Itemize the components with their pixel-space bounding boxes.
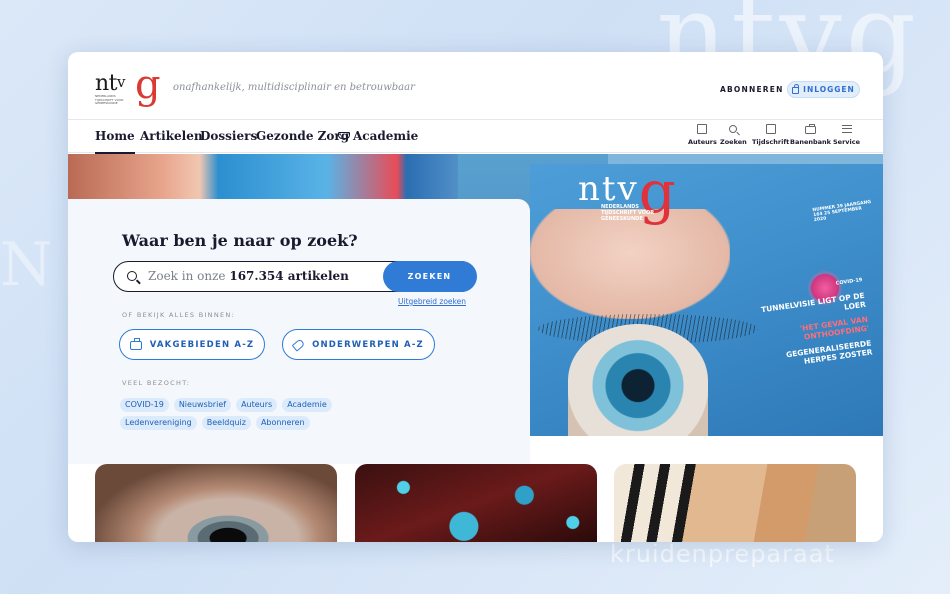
advanced-search-link[interactable]: Uitgebreid zoeken [398,297,466,306]
main-nav: Home Artikelen Dossiers Gezonde Zorg Aca… [68,120,883,154]
tag-chip[interactable]: COVID-19 [120,398,169,412]
tool-service[interactable]: Service [833,123,860,146]
tool-auteurs[interactable]: Auteurs [688,123,717,146]
ntvg-logo[interactable]: ntv g NEDERLANDS TIJDSCHRIFT VOOR GENEES… [95,62,163,110]
menu-icon [840,123,853,135]
search-panel: Waar ben je naar op zoek? Zoek in onze 1… [68,199,530,464]
search-heading: Waar ben je naar op zoek? [122,231,358,250]
nav-item-home[interactable]: Home [95,129,135,154]
nav-item-academie[interactable]: Academie [338,129,418,143]
browse-label: OF BEKIJK ALLES BINNEN: [122,311,236,319]
tool-tijdschrift[interactable]: Tijdschrift [752,123,789,146]
browser-page: ntv g NEDERLANDS TIJDSCHRIFT VOOR GENEES… [68,52,883,542]
graduation-cap-icon [338,132,350,140]
magazine-icon [764,123,777,135]
article-card-hand[interactable] [614,464,856,542]
cover-headlines: COVID-19 TUNNELVISIE LIGT OP DE LOER 'HE… [743,276,873,373]
article-card-eye[interactable] [95,464,337,542]
search-icon [127,271,137,281]
logo-subtext: NEDERLANDS TIJDSCHRIFT VOOR GENEESKUNDE [95,94,124,105]
logo-letters: ntv [95,71,125,96]
login-label: INLOGGEN [803,85,855,94]
login-button[interactable]: INLOGGEN [787,81,860,98]
search-icon [727,123,740,135]
nav-item-dossiers[interactable]: Dossiers [200,129,257,143]
tool-zoeken[interactable]: Zoeken [720,123,747,146]
tag-chip[interactable]: Abonneren [255,416,310,430]
tool-banenbank[interactable]: Banenbank [790,123,831,146]
search-input[interactable]: Zoek in onze 167.354 artikelen ZOEKEN [113,260,477,292]
tag-chip[interactable]: Ledenvereniging [120,416,197,430]
nav-item-gezonde-zorg[interactable]: Gezonde Zorg [256,129,349,143]
tag-chip[interactable]: Auteurs [236,398,278,412]
vakgebieden-button[interactable]: VAKGEBIEDEN A-Z [119,329,265,360]
tag-chip[interactable]: Nieuwsbrief [173,398,232,412]
search-placeholder: Zoek in onze 167.354 artikelen [148,269,349,283]
lock-icon [792,84,800,94]
tag-chip[interactable]: Beeldquiz [201,416,251,430]
subscribe-link[interactable]: ABONNEREN [720,85,784,94]
background-letter: N [0,230,53,300]
logo-g: g [135,62,161,108]
onderwerpen-button[interactable]: ONDERWERPEN A-Z [282,329,435,360]
popular-label: VEEL BEZOCHT: [122,379,191,387]
tagline: onafhankelijk, multidisciplinair en betr… [173,82,415,93]
cover-eye [568,324,708,436]
briefcase-icon [129,338,142,350]
tag-icon [291,337,306,352]
briefcase-icon [804,123,817,135]
search-button[interactable]: ZOEKEN [382,260,477,292]
tag-chip[interactable]: Academie [282,398,332,412]
authors-icon [696,123,709,135]
background-word: kruidenpreparaat [610,540,835,568]
cover-subtitle: NEDERLANDS TIJDSCHRIFT VOOR GENEESKUNDE [601,204,655,222]
popular-tags: COVID-19 Nieuwsbrief Auteurs Academie Le… [120,398,410,430]
article-card-virus[interactable] [355,464,597,542]
nav-item-artikelen[interactable]: Artikelen [140,129,203,143]
top-header: ntv g NEDERLANDS TIJDSCHRIFT VOOR GENEES… [68,52,883,120]
